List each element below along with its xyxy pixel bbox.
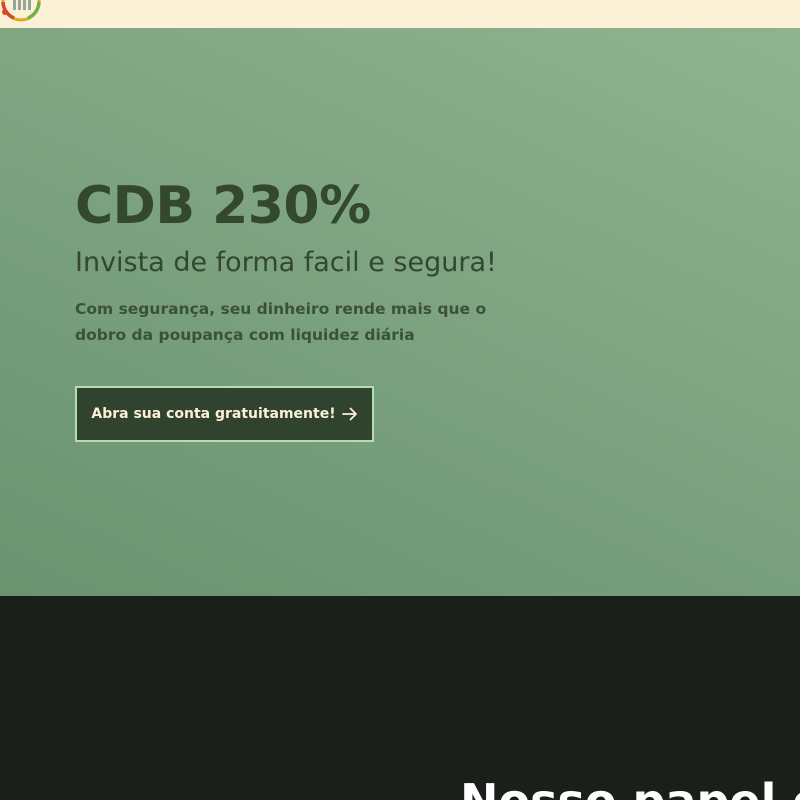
open-account-button[interactable]: Abra sua conta gratuitamente! [75, 386, 374, 442]
logo-icon[interactable] [0, 0, 48, 22]
about-section: Nosso papel é [0, 596, 800, 800]
hero-subtitle: Invista de forma facil e segura! [75, 247, 497, 278]
hero-title: CDB 230% [75, 176, 371, 236]
arrow-right-icon [341, 407, 357, 421]
top-navbar [0, 0, 800, 28]
open-account-button-label: Abra sua conta gratuitamente! [91, 406, 336, 422]
hero-description: Com segurança, seu dinheiro rende mais q… [75, 300, 487, 344]
hero-section: CDB 230% Invista de forma facil e segura… [0, 28, 800, 596]
section-heading: Nosso papel é [460, 778, 800, 800]
